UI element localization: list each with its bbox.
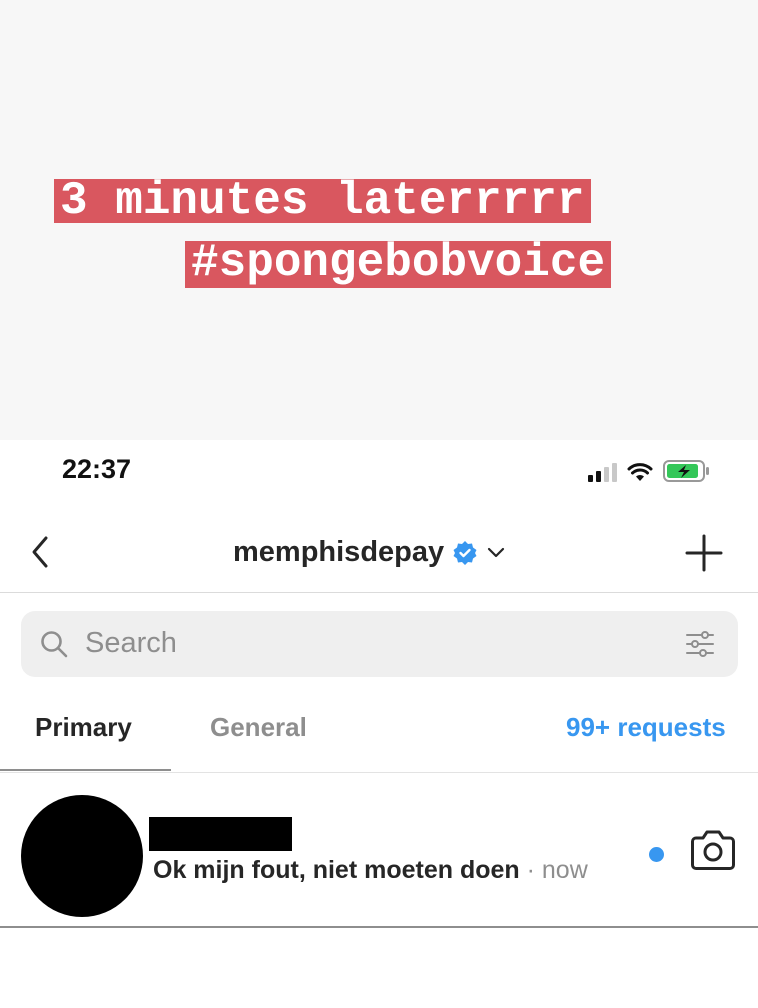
message-separator: ·: [519, 856, 542, 884]
active-tab-indicator: [0, 769, 171, 771]
tab-primary[interactable]: Primary: [35, 712, 132, 743]
tab-requests[interactable]: 99+ requests: [566, 712, 726, 743]
account-switcher[interactable]: memphisdepay: [233, 536, 506, 569]
chevron-down-icon: [488, 547, 505, 557]
filter-sliders-icon[interactable]: [684, 628, 716, 660]
chat-list-header: memphisdepay: [0, 518, 758, 593]
search-icon: [41, 631, 68, 658]
cellular-signal-icon: [588, 462, 617, 482]
tab-general[interactable]: General: [210, 712, 307, 743]
instagram-dm-screen: 22:37 memphisdepay Search Primary Genera…: [0, 440, 758, 1008]
caption-line-1: 3 minutes laterrrrr: [54, 178, 591, 224]
avatar: [21, 795, 143, 917]
status-time: 22:37: [62, 454, 132, 484]
search-placeholder: Search: [85, 627, 177, 659]
inbox-tabs: Primary General 99+ requests: [0, 698, 758, 773]
battery-charging-icon: [663, 460, 709, 482]
conversation-row[interactable]: Ok mijn fout, niet moeten doen · now: [0, 773, 758, 928]
verified-badge-icon: [453, 540, 477, 565]
message-time: now: [541, 856, 588, 884]
new-message-plus-icon[interactable]: [684, 533, 724, 573]
search-bar[interactable]: Search: [21, 611, 738, 677]
camera-icon[interactable]: [690, 829, 736, 871]
account-username: memphisdepay: [233, 536, 445, 568]
back-chevron-icon[interactable]: [26, 532, 56, 572]
wifi-icon: [627, 463, 653, 481]
status-icons: [588, 458, 711, 482]
unread-indicator: [649, 847, 664, 862]
message-preview-text: Ok mijn fout, niet moeten doen: [153, 856, 520, 884]
redacted-contact-name: [149, 817, 292, 851]
message-preview: Ok mijn fout, niet moeten doen · now: [153, 856, 588, 885]
story-caption-area: 3 minutes laterrrrr #spongebobvoice: [0, 0, 758, 440]
caption-line-2: #spongebobvoice: [185, 240, 612, 288]
